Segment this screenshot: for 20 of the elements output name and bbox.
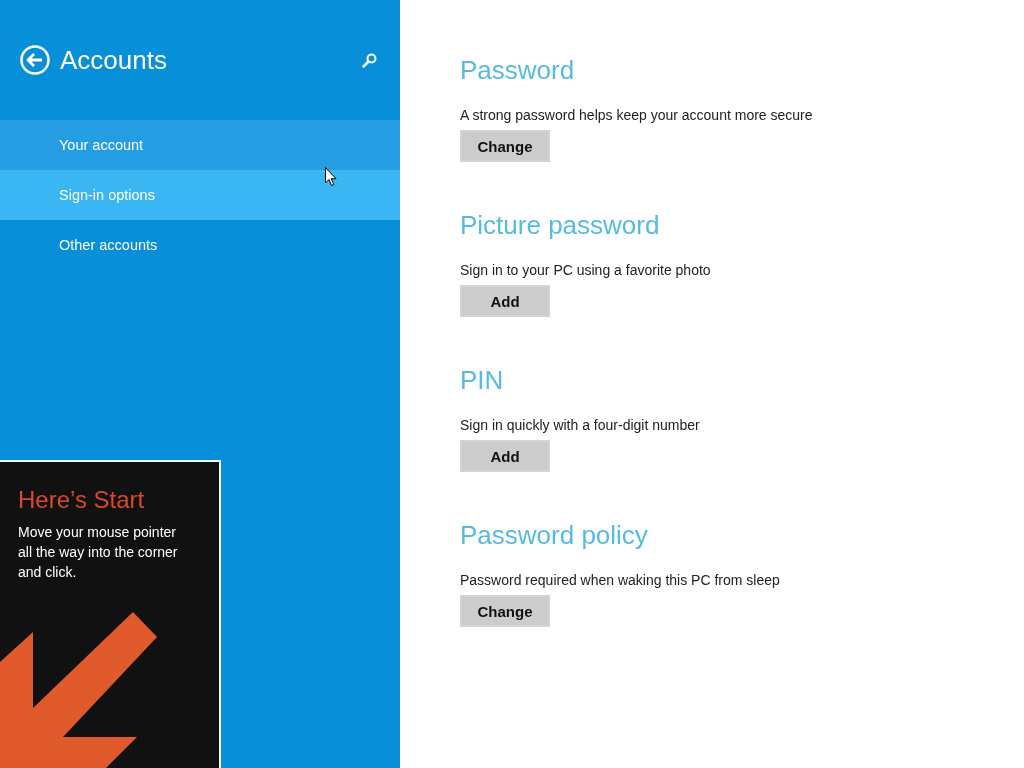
section-description: A strong password helps keep your account more secure [460, 106, 813, 125]
section-heading: Password policy [460, 519, 648, 551]
section-button[interactable]: Change [460, 130, 550, 162]
section-button[interactable]: Add [460, 440, 550, 472]
section-button[interactable]: Change [460, 595, 550, 627]
section-heading: PIN [460, 364, 504, 396]
section-description: Sign in quickly with a four-digit number [460, 416, 700, 435]
search-icon[interactable] [362, 52, 377, 68]
section-description: Password required when waking this PC from sleep [460, 571, 780, 590]
back-icon[interactable] [20, 45, 50, 75]
section-heading: Picture password [460, 209, 660, 241]
section-button[interactable]: Add [460, 285, 550, 317]
nav-item[interactable]: Other accounts [0, 220, 400, 270]
section-heading: Password [460, 54, 575, 86]
tip-title: Here’s Start [18, 486, 145, 514]
arrow-icon [0, 612, 157, 768]
section-description: Sign in to your PC using a favorite photo [460, 261, 711, 280]
tip-text: Move your mouse pointer all the way into the corner and click. [18, 523, 179, 582]
page-title: Accounts [60, 44, 168, 76]
mouse-cursor-icon [325, 167, 337, 186]
